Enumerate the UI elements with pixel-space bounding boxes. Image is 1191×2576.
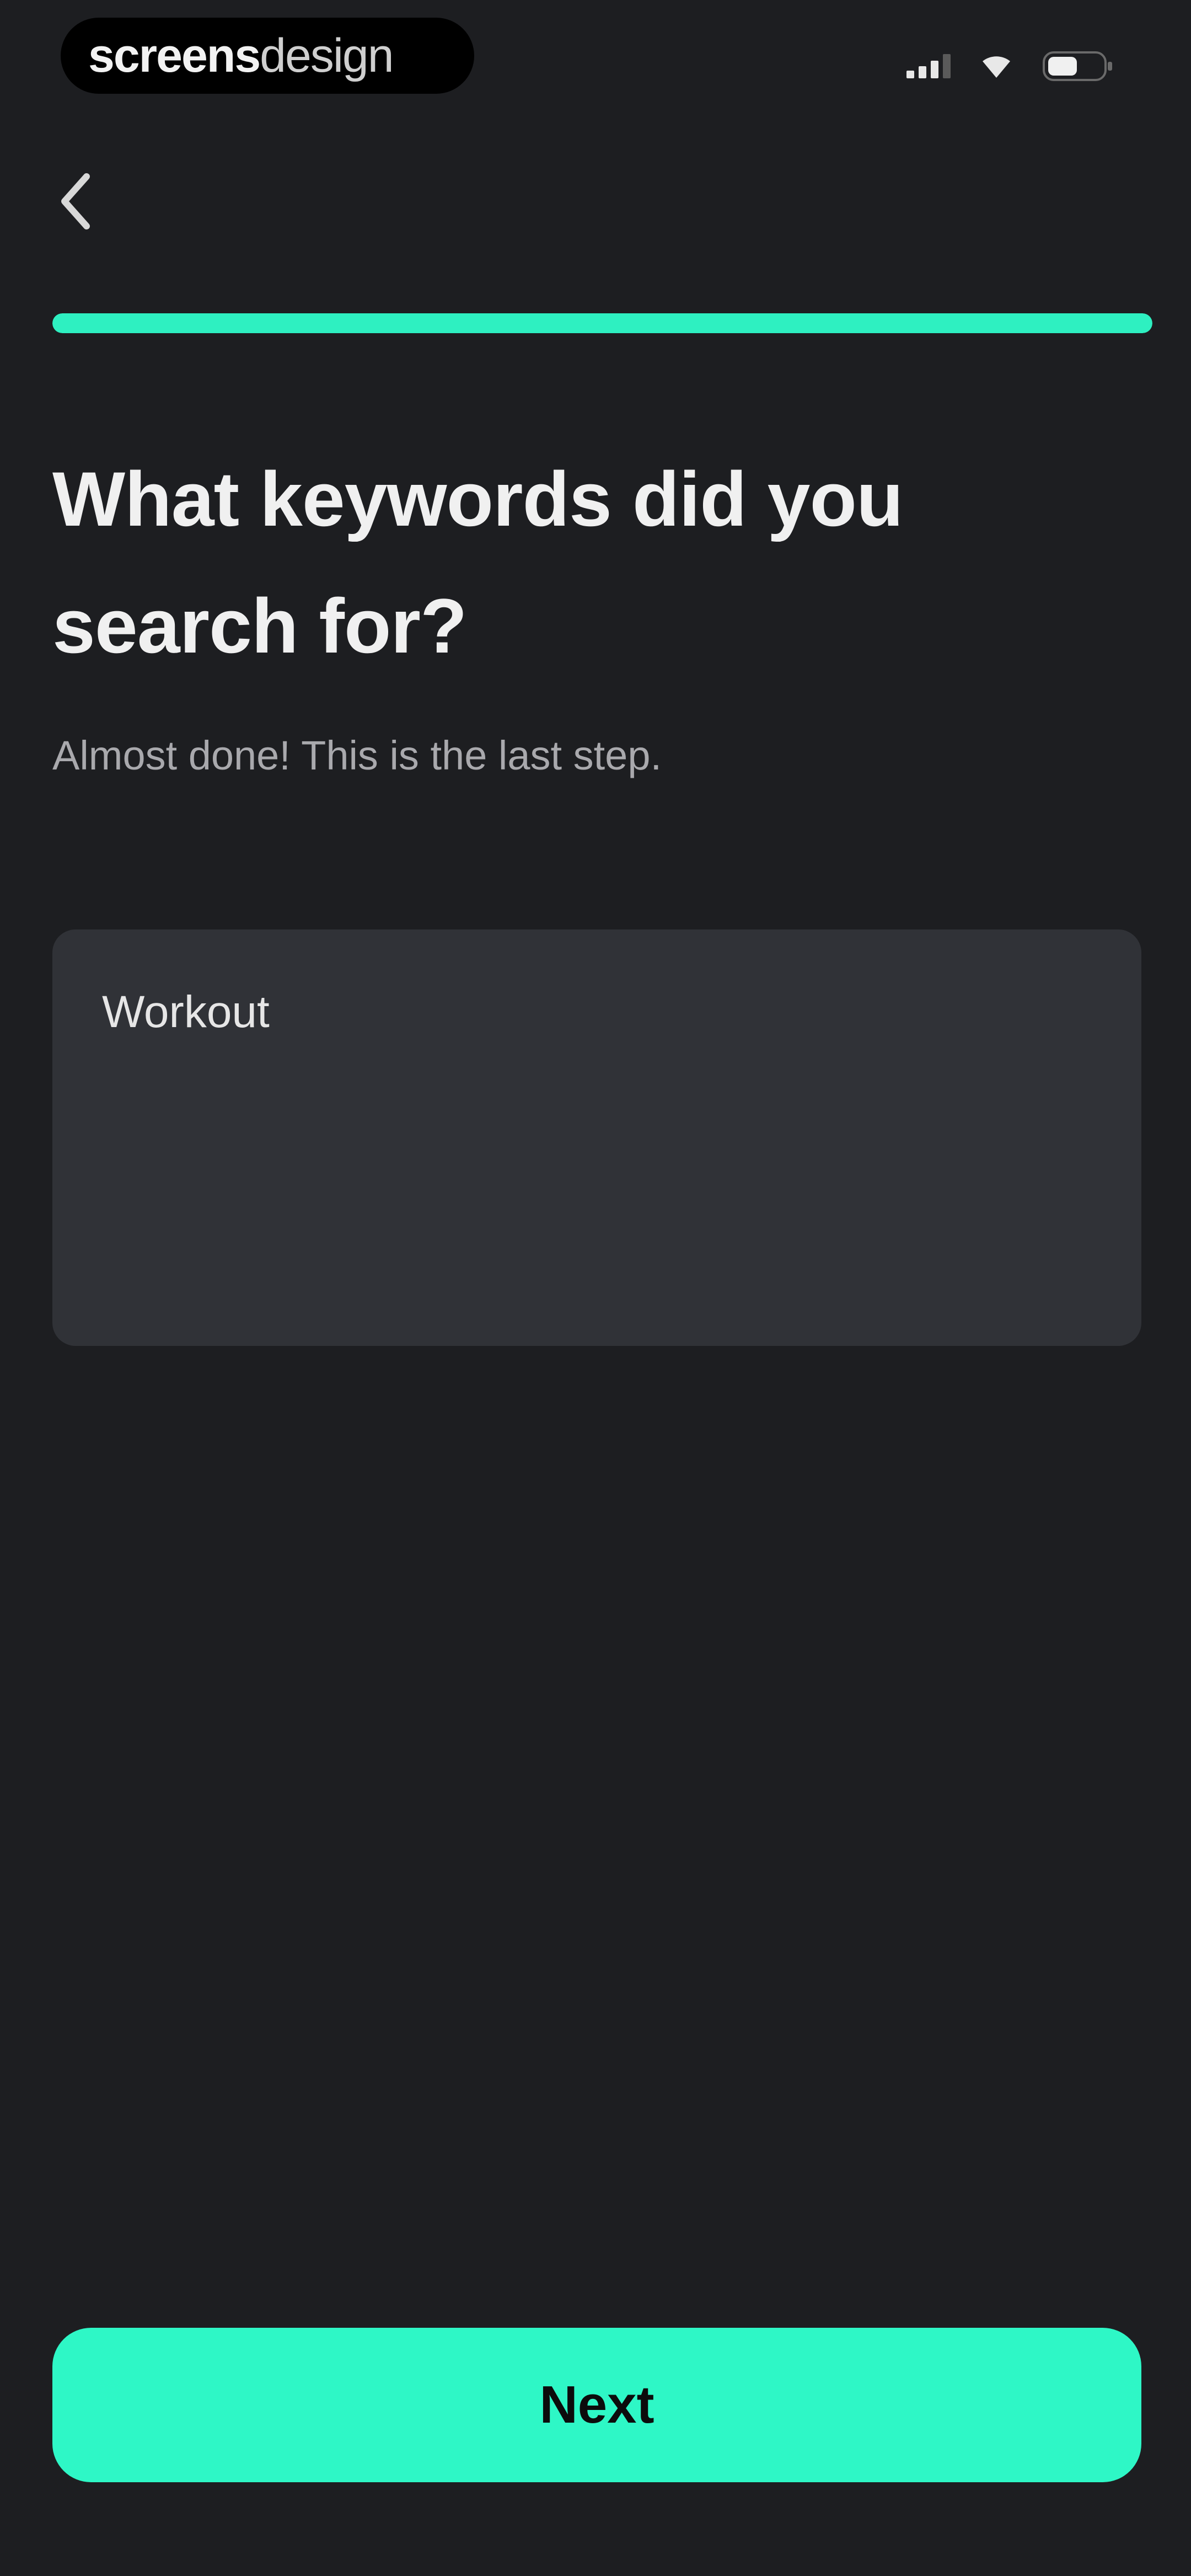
cellular-signal-icon [906,54,951,78]
page-title: What keywords did you search for? [52,456,904,669]
brand-badge: screens design [61,18,474,94]
progress-fill [52,313,1152,333]
keywords-input[interactable]: Workout [52,929,1141,1346]
battery-icon [1042,51,1114,82]
next-button[interactable]: Next [52,2328,1141,2482]
brand-light-text: design [260,29,394,82]
wifi-icon [979,54,1013,79]
back-button[interactable] [51,165,100,237]
status-icons [906,51,1114,82]
keywords-input-value: Workout [102,987,270,1037]
page-subtitle: Almost done! This is the last step. [52,733,662,778]
progress-bar [52,313,1152,333]
chevron-left-icon [61,173,90,229]
brand-strong-text: screens [88,29,261,82]
onboarding-keywords-screen: screens design What keywords did you sea… [0,0,1191,2576]
